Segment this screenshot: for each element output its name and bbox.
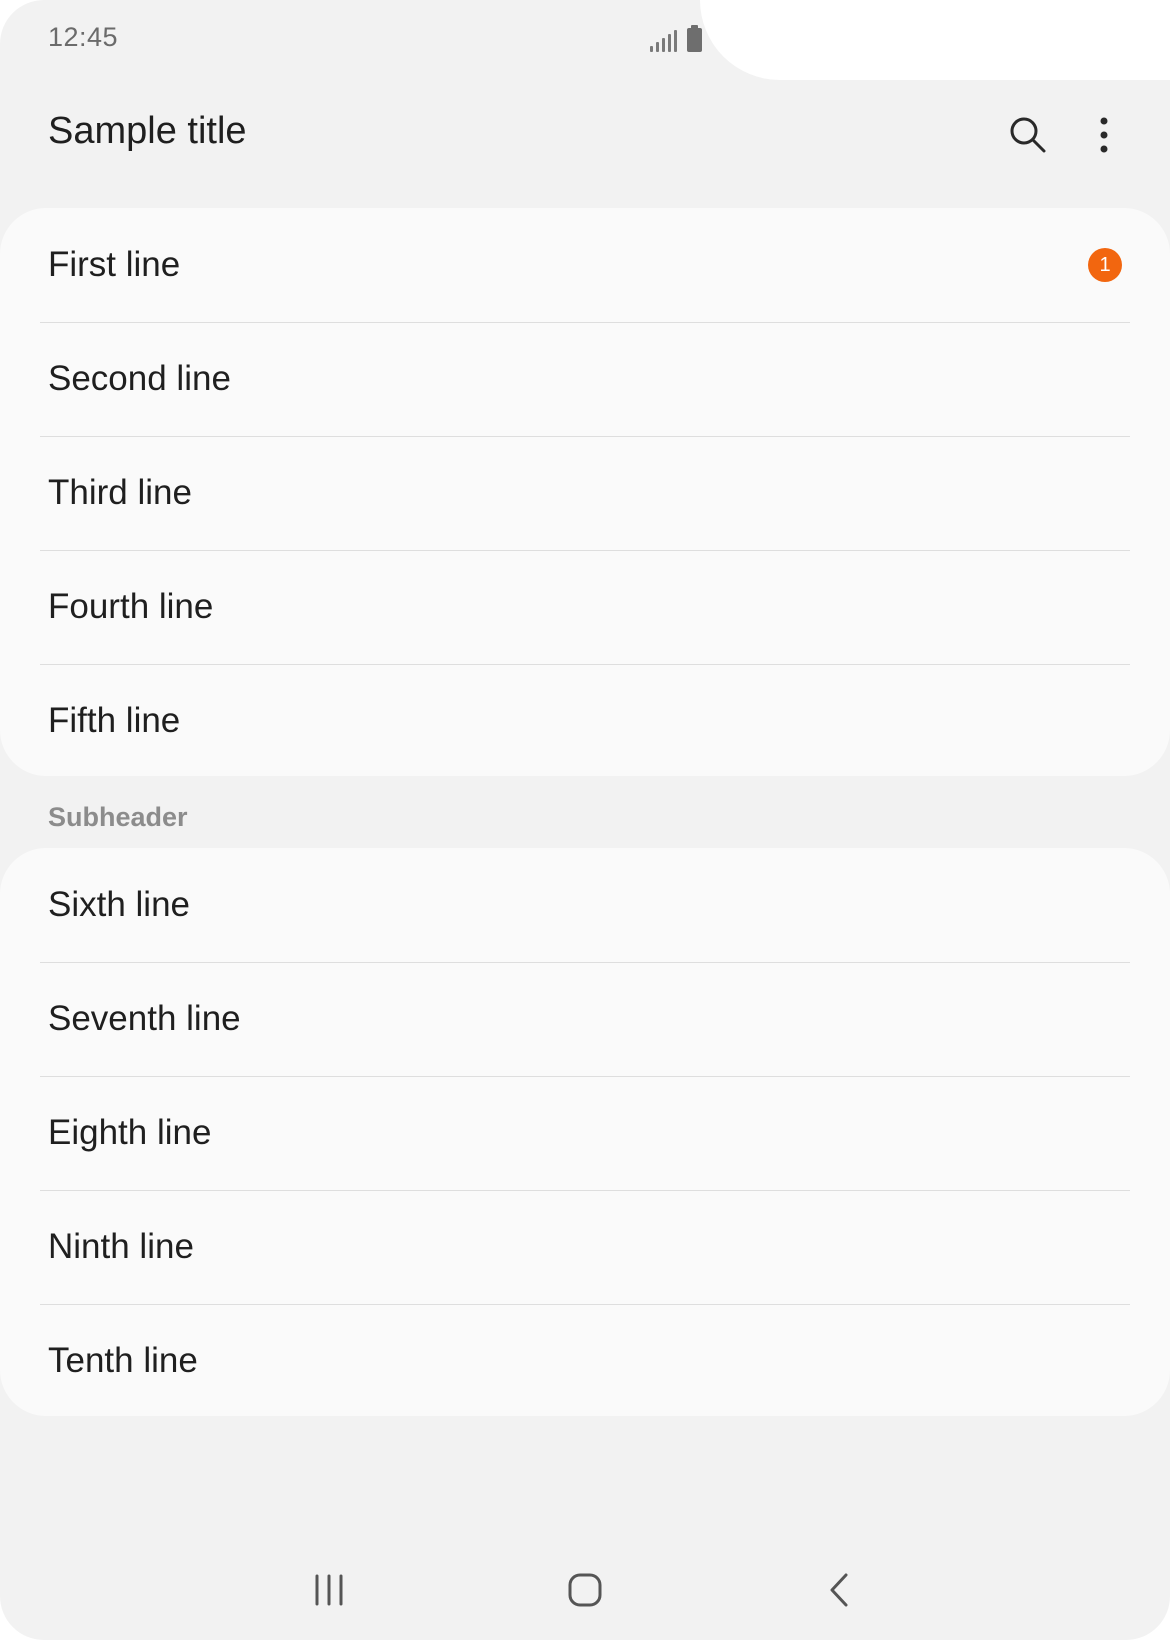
status-icons bbox=[650, 25, 702, 52]
list-card-2: Sixth line Seventh line Eighth line Nint… bbox=[0, 848, 1170, 1416]
recents-button[interactable] bbox=[289, 1560, 369, 1620]
device-screen: 12:45 Sample title First line 1 Second l… bbox=[0, 0, 1170, 1640]
notification-badge: 1 bbox=[1088, 248, 1122, 282]
list-item-label: Third line bbox=[48, 473, 192, 512]
list-item-first[interactable]: First line 1 bbox=[0, 208, 1170, 322]
list-item-second[interactable]: Second line bbox=[0, 322, 1170, 436]
list-item-sixth[interactable]: Sixth line bbox=[0, 848, 1170, 962]
list-item-label: Sixth line bbox=[48, 885, 191, 924]
list-item-fifth[interactable]: Fifth line bbox=[0, 664, 1170, 778]
list-item-eighth[interactable]: Eighth line bbox=[0, 1076, 1170, 1190]
list-item-label: Fifth line bbox=[48, 701, 181, 740]
back-icon bbox=[830, 1573, 848, 1607]
list-item-ninth[interactable]: Ninth line bbox=[0, 1190, 1170, 1304]
home-icon bbox=[568, 1573, 602, 1607]
list-item-fourth[interactable]: Fourth line bbox=[0, 550, 1170, 664]
list-item-label: Fourth line bbox=[48, 587, 214, 626]
list-item-seventh[interactable]: Seventh line bbox=[0, 962, 1170, 1076]
camera-notch bbox=[700, 0, 1170, 80]
list-item-label: First line bbox=[48, 245, 181, 284]
more-vert-icon bbox=[1100, 117, 1108, 153]
list-card-1: First line 1 Second line Third line Four… bbox=[0, 208, 1170, 776]
more-options-button[interactable] bbox=[1074, 105, 1134, 165]
subheader: Subheader bbox=[48, 802, 188, 832]
search-button[interactable] bbox=[998, 105, 1058, 165]
back-button[interactable] bbox=[799, 1560, 879, 1620]
list-item-label: Ninth line bbox=[48, 1227, 194, 1266]
list-item-label: Second line bbox=[48, 359, 231, 398]
list-item-label: Tenth line bbox=[48, 1341, 198, 1380]
page-title: Sample title bbox=[48, 110, 247, 152]
battery-icon bbox=[687, 25, 702, 52]
list-item-third[interactable]: Third line bbox=[0, 436, 1170, 550]
list-item-label: Seventh line bbox=[48, 999, 241, 1038]
search-icon bbox=[1010, 117, 1046, 153]
home-button[interactable] bbox=[545, 1560, 625, 1620]
list-item-label: Eighth line bbox=[48, 1113, 212, 1152]
status-time: 12:45 bbox=[48, 22, 119, 52]
signal-icon bbox=[650, 26, 677, 52]
recents-icon bbox=[315, 1574, 343, 1606]
list-item-tenth[interactable]: Tenth line bbox=[0, 1304, 1170, 1418]
